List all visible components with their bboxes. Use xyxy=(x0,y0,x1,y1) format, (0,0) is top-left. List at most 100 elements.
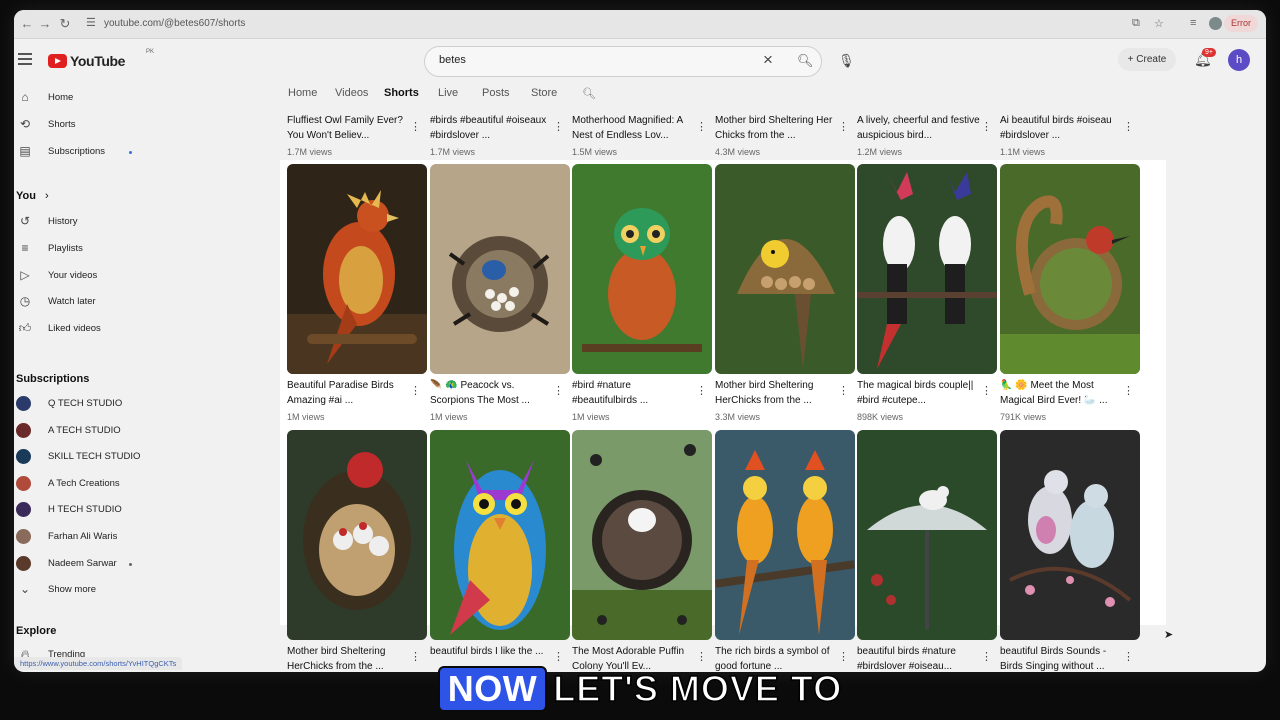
sidebar-item-label: Watch later xyxy=(48,296,96,307)
back-icon[interactable]: ← xyxy=(18,15,36,33)
clear-search-icon[interactable]: × xyxy=(763,50,773,70)
sidebar-item-watch-later[interactable]: ◷ Watch later xyxy=(14,291,164,313)
sidebar-item-label: Liked videos xyxy=(48,323,101,334)
short-thumbnail[interactable] xyxy=(715,164,855,374)
more-options-icon[interactable]: ⋮ xyxy=(696,384,707,397)
short-thumbnail[interactable] xyxy=(857,430,997,640)
sidebar-item-shorts[interactable]: ⟲ Shorts xyxy=(14,114,164,136)
reload-icon[interactable]: ↻ xyxy=(56,15,74,33)
address-bar[interactable]: ☰ youtube.com/@betes607/shorts xyxy=(80,14,1140,34)
more-options-icon[interactable]: ⋮ xyxy=(981,650,992,663)
short-title[interactable]: Motherhood Magnified: A Nest of Endless … xyxy=(572,114,696,144)
sidebar-item-label: Your videos xyxy=(48,270,98,281)
rainbow-owl-image xyxy=(430,430,570,640)
short-thumbnail[interactable] xyxy=(1000,430,1140,640)
sidebar-item-subscriptions[interactable]: ▤ Subscriptions xyxy=(14,141,164,163)
subscription-channel[interactable]: Q TECH STUDIO xyxy=(14,393,164,415)
install-icon[interactable]: ⧉ xyxy=(1132,17,1140,30)
peacock-nest-image xyxy=(430,164,570,374)
short-views: 791K views xyxy=(1000,412,1047,422)
sidebar-item-your-videos[interactable]: ▷ Your videos xyxy=(14,265,164,287)
subscription-channel[interactable]: A Tech Creations xyxy=(14,473,164,495)
plus-icon: + xyxy=(1127,54,1134,65)
you-section-header[interactable]: You › xyxy=(16,190,49,202)
channel-avatar xyxy=(16,529,31,544)
sidebar-item-playlists[interactable]: ≡ Playlists xyxy=(14,238,164,260)
subscription-channel[interactable]: A TECH STUDIO xyxy=(14,420,164,442)
sidebar-item-history[interactable]: ↺ History xyxy=(14,211,164,233)
short-title[interactable]: Beautiful Paradise Birds Amazing #ai ... xyxy=(287,379,411,409)
subscription-channel[interactable]: Farhan Ali Waris xyxy=(14,526,164,548)
microphone-icon[interactable]: 🎙︎ xyxy=(838,53,855,69)
more-options-icon[interactable]: ⋮ xyxy=(553,384,564,397)
more-options-icon[interactable]: ⋮ xyxy=(1123,650,1134,663)
more-options-icon[interactable]: ⋮ xyxy=(838,120,849,133)
browser-window: ← → ↻ ☰ youtube.com/@betes607/shorts ⧉ ☆… xyxy=(14,10,1266,672)
short-thumbnail[interactable] xyxy=(287,164,427,374)
search-icon[interactable]: 🔍︎ xyxy=(797,53,814,69)
short-title[interactable]: #bird #nature #beautifulbirds ... xyxy=(572,379,696,409)
sidebar-item-liked-videos[interactable]: 👍︎ Liked videos xyxy=(14,318,164,340)
forward-icon[interactable]: → xyxy=(36,15,54,33)
tab-videos[interactable]: Videos xyxy=(335,87,368,99)
more-options-icon[interactable]: ⋮ xyxy=(838,650,849,663)
browser-profile-icon[interactable] xyxy=(1209,17,1222,30)
short-title[interactable]: 🪶 🦚 Peacock vs. Scorpions The Most ... xyxy=(430,379,554,409)
tab-posts[interactable]: Posts xyxy=(482,87,510,99)
account-avatar[interactable]: h xyxy=(1228,49,1250,71)
more-options-icon[interactable]: ⋮ xyxy=(696,120,707,133)
short-title[interactable]: #birds #beautiful #oiseaux #birdslover .… xyxy=(430,114,554,144)
tab-search-icon[interactable]: ≡ xyxy=(1190,17,1196,29)
short-thumbnail[interactable] xyxy=(430,164,570,374)
short-title[interactable]: The magical birds couple|| #bird #cutepe… xyxy=(857,379,981,409)
new-content-dot xyxy=(129,151,132,154)
sidebar-item-label: Playlists xyxy=(48,243,83,254)
site-info-icon[interactable]: ☰ xyxy=(86,16,96,29)
more-options-icon[interactable]: ⋮ xyxy=(410,384,421,397)
explore-section-header: Explore xyxy=(16,625,57,637)
create-button[interactable]: + Create xyxy=(1118,48,1176,71)
subscription-channel[interactable]: SKILL TECH STUDIO xyxy=(14,446,164,468)
short-thumbnail[interactable] xyxy=(1000,164,1140,374)
menu-icon[interactable] xyxy=(18,53,32,69)
short-title[interactable]: Fluffiest Owl Family Ever? You Won't Bel… xyxy=(287,114,411,144)
short-title[interactable]: Mother bird Sheltering HerChicks from th… xyxy=(715,379,839,409)
more-options-icon[interactable]: ⋮ xyxy=(981,384,992,397)
more-options-icon[interactable]: ⋮ xyxy=(553,650,564,663)
short-title[interactable]: A lively, cheerful and festive auspiciou… xyxy=(857,114,981,144)
short-thumbnail[interactable] xyxy=(715,430,855,640)
more-options-icon[interactable]: ⋮ xyxy=(696,650,707,663)
channel-name: H TECH STUDIO xyxy=(48,504,122,515)
mother-bird-chicks-image xyxy=(287,430,427,640)
error-badge[interactable]: Error xyxy=(1224,15,1258,32)
more-options-icon[interactable]: ⋮ xyxy=(1123,120,1134,133)
bookmark-star-icon[interactable]: ☆ xyxy=(1154,17,1164,30)
short-title[interactable]: Ai beautiful birds #oiseau #birdslover .… xyxy=(1000,114,1124,144)
tab-live[interactable]: Live xyxy=(438,87,458,99)
short-thumbnail[interactable] xyxy=(857,164,997,374)
tab-shorts[interactable]: Shorts xyxy=(384,87,419,99)
short-views: 1M views xyxy=(572,412,610,422)
pastel-birds-image xyxy=(1000,430,1140,640)
subscription-channel[interactable]: H TECH STUDIO xyxy=(14,499,164,521)
more-options-icon[interactable]: ⋮ xyxy=(553,120,564,133)
subscription-channel[interactable]: Nadeem Sarwar xyxy=(14,553,164,575)
short-thumbnail[interactable] xyxy=(287,430,427,640)
short-title[interactable]: 🦜 🌼 Meet the Most Magical Bird Ever! 🦢 .… xyxy=(1000,379,1124,409)
short-title[interactable]: Mother bird Sheltering Her Chicks from t… xyxy=(715,114,839,144)
more-options-icon[interactable]: ⋮ xyxy=(838,384,849,397)
more-options-icon[interactable]: ⋮ xyxy=(981,120,992,133)
show-more-button[interactable]: ⌄ Show more xyxy=(14,579,164,601)
tab-home[interactable]: Home xyxy=(288,87,317,99)
channel-name: A Tech Creations xyxy=(48,478,120,489)
more-options-icon[interactable]: ⋮ xyxy=(410,650,421,663)
short-thumbnail[interactable] xyxy=(430,430,570,640)
tab-store[interactable]: Store xyxy=(531,87,557,99)
sidebar-item-home[interactable]: ⌂ Home xyxy=(14,87,164,109)
short-thumbnail[interactable] xyxy=(572,164,712,374)
search-input[interactable] xyxy=(437,53,741,67)
more-options-icon[interactable]: ⋮ xyxy=(1123,384,1134,397)
more-options-icon[interactable]: ⋮ xyxy=(410,120,421,133)
channel-search-icon[interactable]: 🔍︎ xyxy=(582,87,596,100)
short-thumbnail[interactable] xyxy=(572,430,712,640)
